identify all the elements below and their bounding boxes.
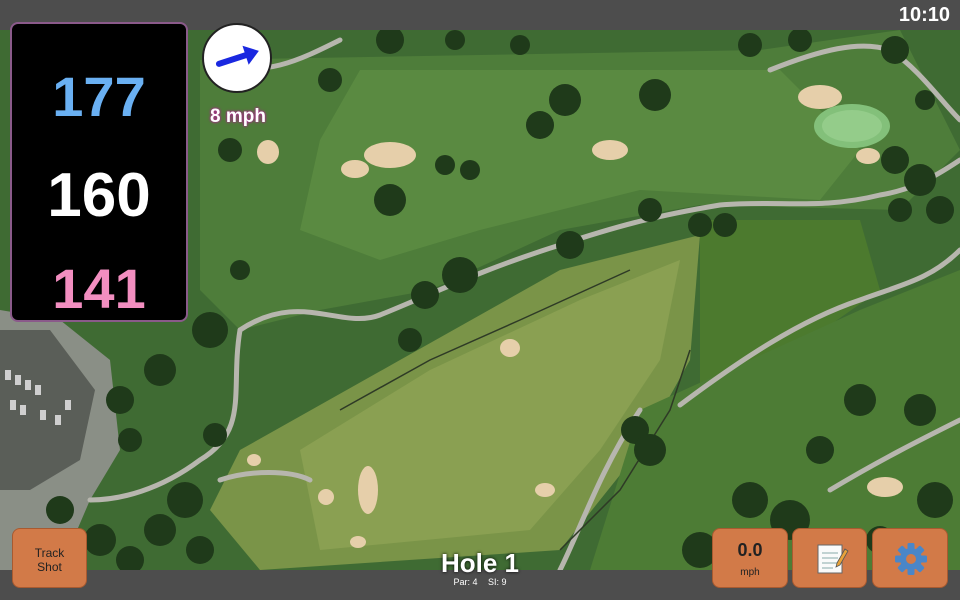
track-shot-label-line2: Shot: [37, 560, 62, 574]
yardage-panel: 177 160 141: [10, 22, 188, 322]
hole-par: Par: 4: [453, 577, 478, 587]
settings-button[interactable]: [872, 528, 948, 588]
back-yardage: 177: [52, 65, 146, 128]
notepad-icon: [817, 544, 849, 574]
speed-value: 0.0: [737, 540, 763, 560]
track-shot-label-line1: Track: [34, 546, 65, 560]
notes-button[interactable]: [792, 528, 867, 588]
hole-info: Par: 4 SI: 9: [400, 577, 560, 587]
track-shot-button[interactable]: Track Shot: [12, 528, 87, 588]
wind-speed-label: 8 mph: [210, 106, 266, 127]
middle-yardage: 160: [47, 161, 151, 230]
gear-icon: [895, 543, 927, 575]
wind-indicator: [202, 23, 272, 93]
front-yardage: 141: [52, 257, 146, 320]
clock: 10:10: [898, 4, 950, 26]
speed-button[interactable]: 0.0 mph: [712, 528, 788, 588]
speed-unit: mph: [740, 567, 760, 578]
hole-title: Hole 1: [440, 548, 520, 578]
wind-arrow-icon: [215, 45, 259, 67]
hole-stroke-index: SI: 9: [488, 577, 507, 587]
